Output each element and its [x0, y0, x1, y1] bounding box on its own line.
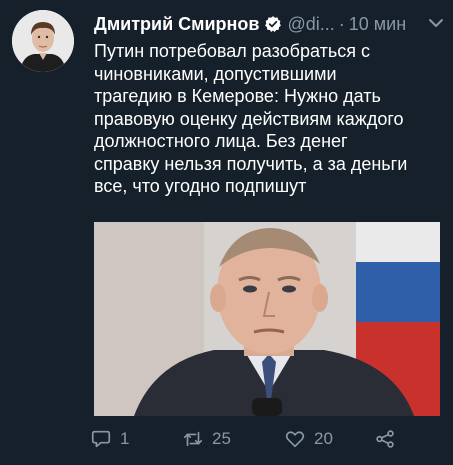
share-icon	[374, 428, 404, 450]
tweet-text-line: все, что угодно подпишут	[94, 176, 307, 196]
author-name[interactable]: Дмитрий Смирнов	[94, 14, 259, 35]
tweet[interactable]: Дмитрий Смирнов @di... · 10 мин Путин по…	[0, 0, 453, 465]
separator-dot: ·	[338, 13, 345, 34]
tweet-text-line: справку нельзя получить, а за деньги	[94, 153, 408, 174]
retweet-icon	[182, 428, 212, 450]
tweet-text-line: должностного лица. Без денег	[94, 131, 348, 151]
retweet-button[interactable]: 25	[182, 428, 231, 450]
tweet-photo[interactable]	[94, 222, 440, 416]
tweet-text: Путин потребовал разобраться с чиновника…	[94, 40, 444, 198]
tweet-text-line: правовую оценку действиям каждого	[94, 108, 404, 129]
reply-count: 1	[120, 429, 130, 448]
author-handle[interactable]: @di...	[287, 14, 334, 35]
reply-icon	[90, 428, 120, 450]
retweet-count: 25	[212, 429, 231, 448]
share-button[interactable]	[374, 428, 404, 450]
tweet-header: Дмитрий Смирнов @di... · 10 мин	[94, 12, 444, 36]
like-button[interactable]: 20	[284, 428, 333, 450]
timestamp[interactable]: 10 мин	[349, 14, 406, 35]
tweet-text-line: чиновниками, допустившими	[94, 63, 337, 84]
heart-icon	[284, 428, 314, 450]
like-count: 20	[314, 429, 333, 448]
reply-button[interactable]: 1	[90, 428, 129, 450]
tweet-text-line: Путин потребовал разобраться с	[94, 41, 370, 61]
tweet-actions: 1 25 20	[90, 424, 440, 454]
chevron-down-icon[interactable]	[427, 14, 445, 32]
tweet-text-line: трагедию в Кемерове: Нужно дать	[94, 86, 381, 106]
avatar[interactable]	[12, 10, 74, 72]
verified-badge-icon	[264, 15, 282, 33]
